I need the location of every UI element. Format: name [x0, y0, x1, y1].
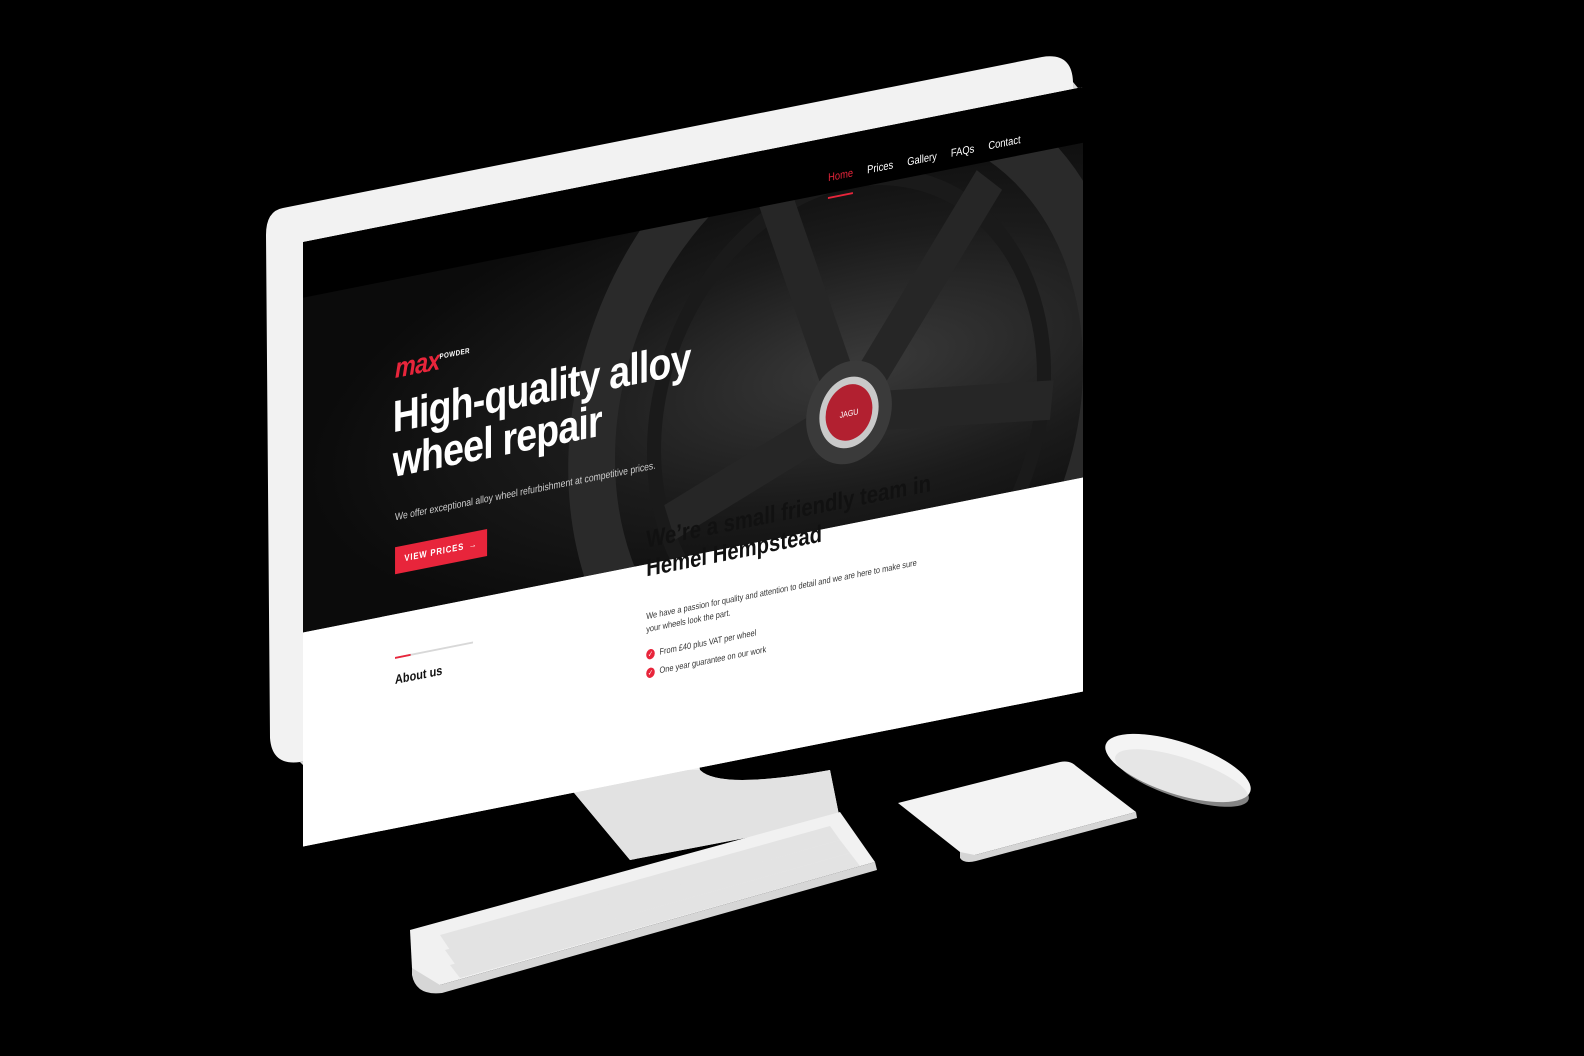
check-circle-icon: ✓ [646, 648, 655, 661]
feature-list: ✓ From £40 plus VAT per wheel ✓ One year… [646, 626, 766, 687]
nav-faqs[interactable]: FAQs [951, 142, 974, 169]
check-circle-icon: ✓ [646, 666, 655, 679]
trackpad [898, 761, 1136, 856]
desktop-mockup: JAGU max POWDER Home Prices Gallery FAQs… [0, 0, 1584, 1056]
section-divider [395, 641, 474, 659]
arrow-right-icon: → [468, 539, 478, 552]
about-label: About us [395, 662, 443, 687]
view-prices-label: VIEW PRICES [404, 541, 465, 565]
